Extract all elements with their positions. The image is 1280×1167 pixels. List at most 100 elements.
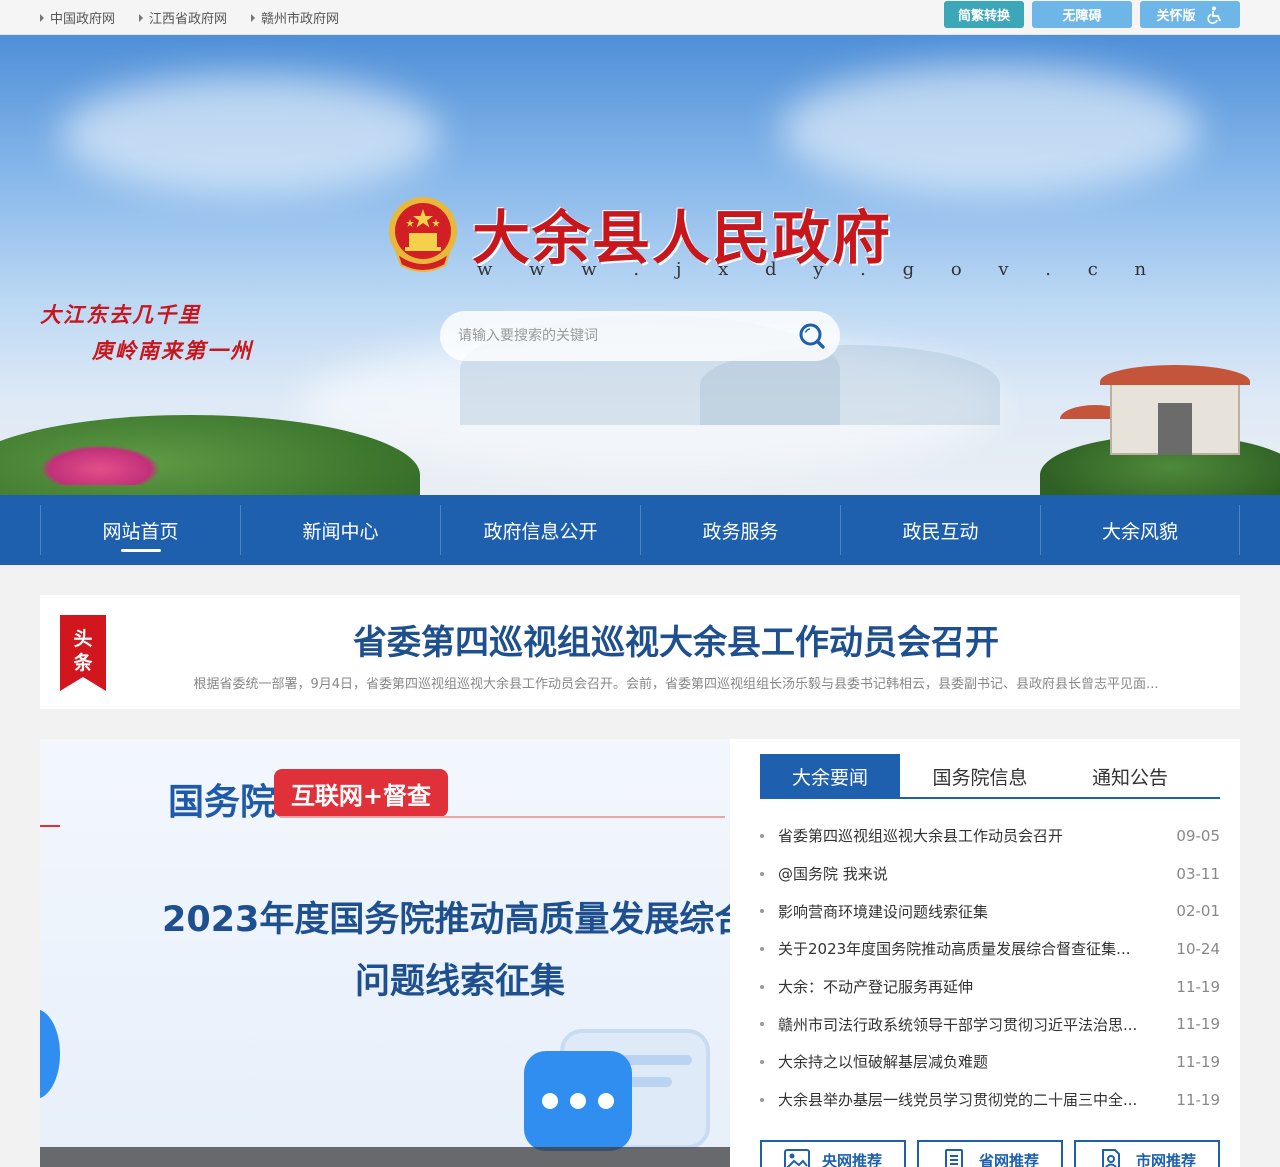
headline-title[interactable]: 省委第四巡视组巡视大余县工作动员会召开 — [126, 615, 1226, 664]
tab-state-council[interactable]: 国务院信息 — [910, 754, 1050, 798]
list-item[interactable]: 大余：不动产登记服务再延伸 11-19 — [760, 968, 1220, 1006]
news-date: 03-11 — [1176, 864, 1220, 883]
link-label: 江西省政府网 — [149, 12, 228, 27]
triangle-icon — [251, 13, 256, 22]
bullet-icon — [760, 984, 764, 989]
triangle-icon — [139, 13, 144, 22]
nav-item-scenery[interactable]: 大余风貌 — [1040, 505, 1240, 555]
list-item[interactable]: 影响营商环境建设问题线索征集 02-01 — [760, 892, 1220, 930]
bullet-icon — [760, 833, 764, 838]
list-item[interactable]: 大余持之以恒破解基层减负难题 11-19 — [760, 1043, 1220, 1081]
nav-item-interaction[interactable]: 政民互动 — [840, 505, 1040, 555]
main-nav: 网站首页 新闻中心 政府信息公开 政务服务 政民互动 大余风貌 — [0, 495, 1280, 565]
headline-tag-line1: 头 — [73, 628, 92, 650]
slider-headline-line1: 2023年度国务院推动高质量发展综合督查 — [162, 900, 730, 940]
top-bar: 中国政府网 江西省政府网 赣州市政府网 简繁转换 无障碍 关怀版 — [0, 0, 1280, 35]
cloud-decoration — [780, 65, 1200, 195]
link-label: 赣州市政府网 — [261, 12, 340, 27]
image-icon — [783, 1149, 810, 1167]
news-title: @国务院 我来说 — [778, 865, 888, 884]
list-item[interactable]: 赣州市司法行政系统领导干部学习贯彻习近平法治思... 11-19 — [760, 1005, 1220, 1043]
bullet-icon — [760, 946, 764, 951]
accessibility-button[interactable]: 无障碍 — [1032, 1, 1132, 28]
news-date: 11-19 — [1176, 1052, 1220, 1071]
slider-divider — [280, 816, 725, 818]
link-gov-cn[interactable]: 中国政府网 — [40, 8, 115, 27]
list-item[interactable]: @国务院 我来说 03-11 — [760, 855, 1220, 893]
list-item[interactable]: 省委第四巡视组巡视大余县工作动员会召开 09-05 — [760, 817, 1220, 855]
nav-item-news[interactable]: 新闻中心 — [240, 505, 440, 555]
central-recommend-button[interactable]: 央网推荐 — [760, 1140, 906, 1167]
nav-item-home[interactable]: 网站首页 — [40, 505, 240, 555]
news-title: 关于2023年度国务院推动高质量发展综合督查征集... — [778, 940, 1131, 959]
slider-org: 国务院 — [168, 782, 277, 823]
news-date: 10-24 — [1176, 939, 1220, 958]
slogan-line-2: 庾岭南来第一州 — [92, 338, 253, 363]
top-links: 中国政府网 江西省政府网 赣州市政府网 — [40, 0, 363, 35]
traditional-chinese-button[interactable]: 简繁转换 — [944, 1, 1024, 28]
archway-decoration — [1060, 365, 1250, 455]
bullet-icon — [760, 909, 764, 914]
nav-item-gov-info[interactable]: 政府信息公开 — [440, 505, 640, 555]
slider-mark — [40, 825, 60, 827]
news-date: 09-05 — [1176, 826, 1220, 845]
headline-tag: 头 条 — [60, 615, 106, 691]
main-content: 国务院 互联网+督查 2023年度国务院推动高质量发展综合督查 问题线索征集 大… — [40, 739, 1240, 1167]
central-recommend-label: 央网推荐 — [821, 1151, 882, 1167]
tabs-underline — [760, 797, 1220, 799]
news-title: 大余：不动产登记服务再延伸 — [778, 978, 974, 997]
elderly-mode-button[interactable]: 关怀版 — [1140, 1, 1240, 28]
document-icon — [944, 1149, 963, 1167]
news-tabs: 大余要闻 国务院信息 通知公告 — [760, 754, 1220, 798]
list-item[interactable]: 关于2023年度国务院推动高质量发展综合督查征集... 10-24 — [760, 930, 1220, 968]
elderly-mode-label: 关怀版 — [1156, 9, 1196, 24]
province-recommend-button[interactable]: 省网推荐 — [917, 1140, 1063, 1167]
slider-badge: 互联网+督查 — [274, 769, 448, 817]
wheelchair-icon — [1206, 6, 1221, 24]
news-date: 11-19 — [1176, 977, 1220, 996]
news-date: 11-19 — [1176, 1090, 1220, 1109]
tab-local-news[interactable]: 大余要闻 — [760, 754, 900, 798]
search-box — [440, 311, 840, 361]
news-title: 省委第四巡视组巡视大余县工作动员会召开 — [778, 827, 1064, 846]
city-recommend-label: 市网推荐 — [1135, 1151, 1196, 1167]
news-date: 11-19 — [1176, 1015, 1220, 1034]
slider-headline-line2: 问题线索征集 — [355, 962, 566, 1002]
link-label: 中国政府网 — [50, 12, 116, 27]
slider-caption-bar — [40, 1147, 730, 1167]
city-recommend-button[interactable]: 市网推荐 — [1074, 1140, 1220, 1167]
news-slider[interactable]: 国务院 互联网+督查 2023年度国务院推动高质量发展综合督查 问题线索征集 — [40, 739, 730, 1167]
site-url: w w w . j x d y . g o v . c n — [477, 259, 1162, 280]
list-item[interactable]: 大余县举办基层一线党员学习贯彻党的二十届三中全... 11-19 — [760, 1081, 1220, 1119]
headline-summary: 根据省委统一部署，9月4日，省委第四巡视组巡视大余县工作动员会召开。会前，省委第… — [193, 677, 1159, 692]
search-input[interactable] — [458, 311, 788, 361]
national-emblem-icon — [389, 197, 457, 272]
link-ganzhou-gov[interactable]: 赣州市政府网 — [251, 8, 339, 27]
link-jiangxi-gov[interactable]: 江西省政府网 — [139, 8, 227, 27]
news-title: 赣州市司法行政系统领导干部学习贯彻习近平法治思... — [778, 1015, 1138, 1034]
news-date: 02-01 — [1176, 902, 1220, 921]
headline-tag-line2: 条 — [73, 651, 93, 674]
header-banner: 大余县人民政府 w w w . j x d y . g o v . c n 大江… — [0, 35, 1280, 495]
news-title: 大余持之以恒破解基层减负难题 — [778, 1053, 989, 1072]
news-panel: 大余要闻 国务院信息 通知公告 省委第四巡视组巡视大余县工作动员会召开 09-05… — [730, 739, 1240, 1167]
bullet-icon — [760, 871, 764, 876]
chat-dots-icon — [524, 1051, 632, 1151]
file-user-icon — [1101, 1149, 1120, 1167]
headline-section: 头 条 省委第四巡视组巡视大余县工作动员会召开 根据省委统一部署，9月4日，省委… — [40, 595, 1240, 709]
news-title: 大余县举办基层一线党员学习贯彻党的二十届三中全... — [778, 1091, 1138, 1110]
province-recommend-label: 省网推荐 — [978, 1151, 1039, 1167]
decoration-shape — [40, 1009, 60, 1099]
bullet-icon — [760, 1059, 764, 1064]
nav-item-services[interactable]: 政务服务 — [640, 505, 840, 555]
slogan-line-1: 大江东去几千里 — [40, 302, 201, 327]
news-list: 省委第四巡视组巡视大余县工作动员会召开 09-05 @国务院 我来说 03-11 影… — [760, 817, 1220, 1119]
cloud-decoration — [60, 75, 440, 195]
bullet-icon — [760, 1022, 764, 1027]
tab-notices[interactable]: 通知公告 — [1060, 754, 1200, 798]
search-icon[interactable] — [798, 322, 826, 350]
top-buttons: 简繁转换 无障碍 关怀版 — [936, 1, 1240, 28]
recommend-buttons: 央网推荐 省网推荐 市网推荐 — [760, 1140, 1220, 1167]
bullet-icon — [760, 1097, 764, 1102]
triangle-icon — [40, 13, 44, 22]
